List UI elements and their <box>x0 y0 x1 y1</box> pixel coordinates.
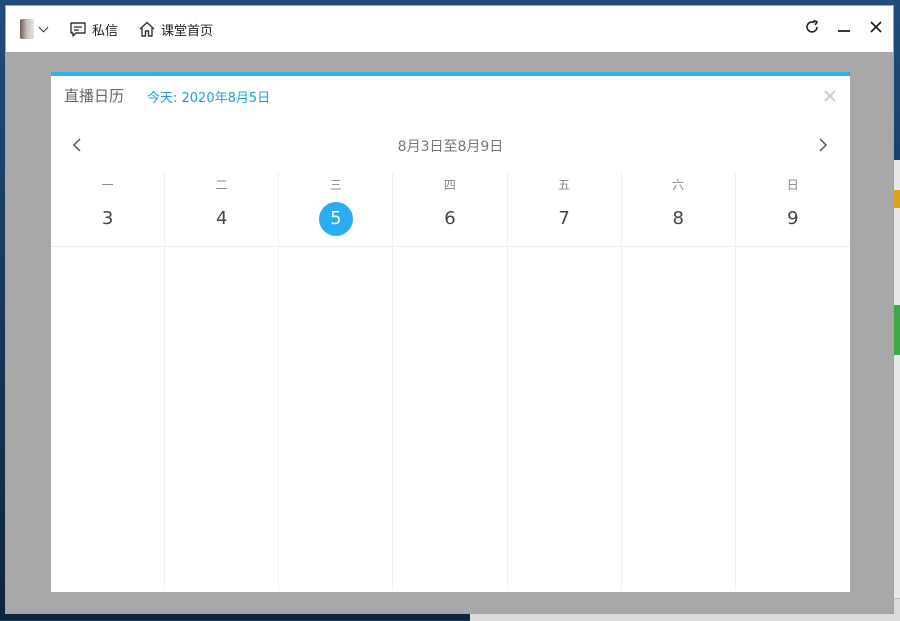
day-number[interactable]: 4 <box>205 202 239 236</box>
refresh-button[interactable] <box>803 16 821 38</box>
close-icon <box>824 90 836 102</box>
day-column[interactable]: 一 3 <box>51 172 166 590</box>
day-number[interactable]: 9 <box>776 202 810 236</box>
minimize-button[interactable] <box>835 16 853 38</box>
weekday-label: 四 <box>443 178 456 192</box>
home-icon <box>139 21 155 37</box>
refresh-icon <box>806 19 818 33</box>
home-button[interactable]: 课堂首页 <box>138 14 213 44</box>
weekday-label: 一 <box>101 178 114 192</box>
day-column[interactable]: 五 7 <box>507 172 622 590</box>
day-header: 二 4 <box>165 172 279 247</box>
day-column[interactable]: 日 9 <box>735 172 850 590</box>
week-navigation: 8月3日至8月9日 <box>51 134 850 156</box>
dialog-close-button[interactable] <box>822 88 838 104</box>
week-days: 一 3 二 4 三 5 四 6 五 7 六 8 日 9 <box>51 172 850 590</box>
day-column[interactable]: 六 8 <box>621 172 736 590</box>
messages-button[interactable]: 私信 <box>69 14 118 44</box>
close-window-button[interactable] <box>867 16 885 38</box>
background-window-detail <box>893 305 900 355</box>
day-header: 一 3 <box>51 172 165 247</box>
day-header: 六 8 <box>621 172 735 247</box>
minimize-icon <box>838 30 850 32</box>
weekday-label: 五 <box>558 178 571 192</box>
chevron-right-icon <box>819 138 828 152</box>
weekday-label: 三 <box>329 178 342 192</box>
avatar <box>20 19 34 39</box>
message-icon <box>70 22 86 37</box>
today-date: 今天: 2020年8月5日 <box>147 91 271 106</box>
day-header: 四 6 <box>393 172 507 247</box>
window-controls <box>803 16 885 38</box>
day-number-today[interactable]: 5 <box>318 202 353 236</box>
home-label: 课堂首页 <box>161 23 214 39</box>
day-header: 日 9 <box>735 172 850 247</box>
weekday-label: 二 <box>215 178 228 192</box>
user-menu[interactable] <box>6 14 49 44</box>
week-range: 8月3日至8月9日 <box>397 139 504 155</box>
day-number[interactable]: 7 <box>547 202 581 236</box>
messages-label: 私信 <box>92 23 119 39</box>
day-number[interactable]: 3 <box>91 202 125 236</box>
day-column[interactable]: 三 5 <box>279 172 394 590</box>
day-column[interactable]: 二 4 <box>165 172 280 590</box>
background-window-detail <box>893 190 900 208</box>
weekday-label: 日 <box>786 178 799 192</box>
day-number[interactable]: 8 <box>661 202 695 236</box>
live-calendar-dialog: 直播日历 今天: 2020年8月5日 8月3日至8月9日 一 3 二 4 三 5… <box>51 72 850 592</box>
close-icon <box>870 21 882 33</box>
background-window-edge <box>893 160 900 620</box>
day-number[interactable]: 6 <box>433 202 467 236</box>
day-header: 五 7 <box>507 172 621 247</box>
dialog-title: 直播日历 <box>64 87 125 105</box>
next-week-button[interactable] <box>812 134 834 156</box>
day-column[interactable]: 四 6 <box>393 172 508 590</box>
titlebar: 私信 课堂首页 <box>6 6 893 52</box>
chevron-down-icon <box>38 22 49 32</box>
day-header: 三 5 <box>279 172 393 247</box>
weekday-label: 六 <box>672 178 685 192</box>
